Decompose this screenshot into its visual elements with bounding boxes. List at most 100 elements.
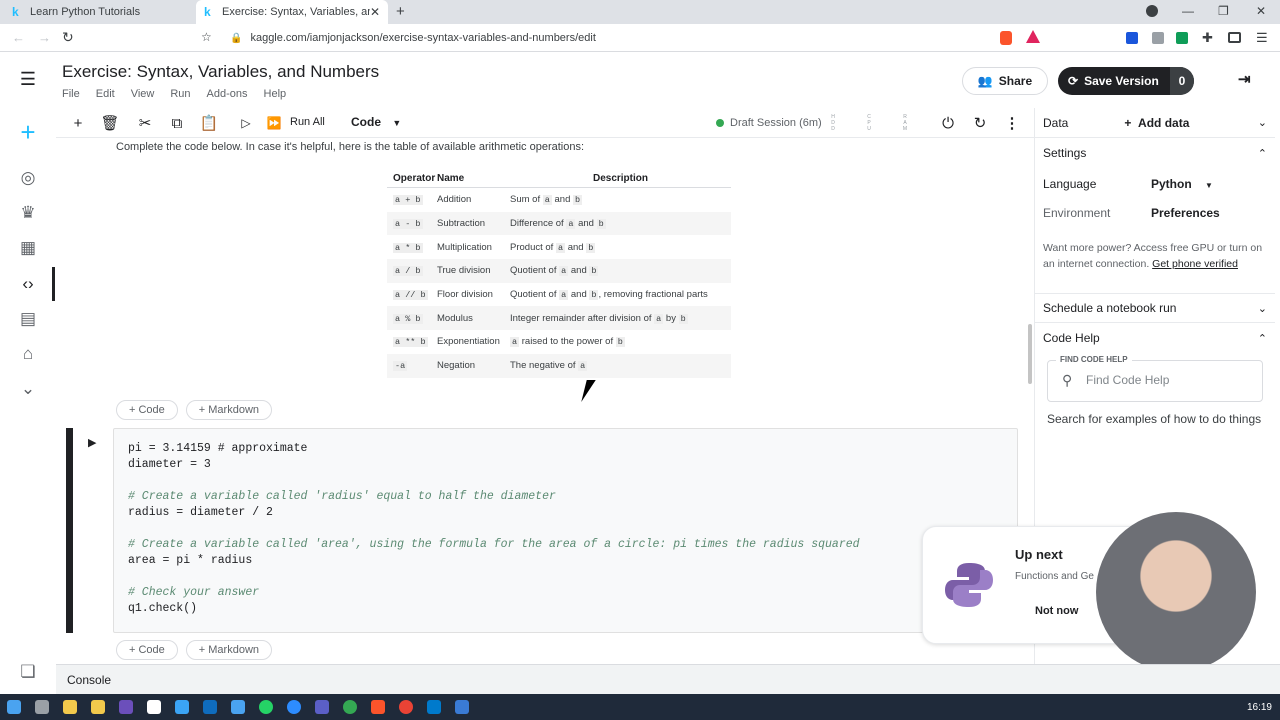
console-bar[interactable]: Console	[56, 664, 1280, 694]
os-taskbar: 16:19	[0, 694, 1280, 720]
scrollbar-thumb[interactable]	[1028, 324, 1032, 384]
extension-icon[interactable]	[1126, 32, 1138, 44]
sticky-notes-icon[interactable]	[91, 700, 105, 714]
copy-icon[interactable]: ⧉	[165, 112, 189, 134]
compass-icon[interactable]: ◎	[14, 164, 42, 192]
menu-view[interactable]: View	[131, 88, 155, 100]
layers-icon[interactable]: ❏	[14, 658, 42, 686]
minimize-button[interactable]: —	[1182, 4, 1194, 18]
brave-browser-icon[interactable]	[371, 700, 385, 714]
maximize-button[interactable]: ❐	[1218, 4, 1229, 18]
menu-addons[interactable]: Add-ons	[207, 88, 248, 100]
menu-file[interactable]: File	[62, 88, 80, 100]
outlook-icon[interactable]	[203, 700, 217, 714]
share-button[interactable]: 👥 Share	[962, 67, 1048, 95]
reload-icon[interactable]: ↻	[62, 29, 74, 46]
extension-icon[interactable]	[1176, 32, 1188, 44]
hamburger-menu-icon[interactable]: ☰	[14, 65, 42, 93]
paste-icon[interactable]: 📋	[197, 112, 221, 134]
brave-shield-icon[interactable]	[1000, 31, 1012, 45]
code-cell[interactable]: ▶ pi = 3.14159 # approximate diameter = 3…	[66, 428, 1018, 633]
url-text: kaggle.com/iamjonjackson/exercise-syntax…	[250, 32, 596, 44]
trophy-icon[interactable]: ♛	[14, 199, 42, 227]
code-help-section-header[interactable]: Code Help ⌃	[1035, 323, 1275, 353]
table-row: a // b Floor division Quotient of a and b,…	[387, 283, 731, 307]
data-section-header[interactable]: Data + Add data ⌄	[1035, 108, 1275, 138]
browser-tab-learn-python[interactable]: k Learn Python Tutorials	[4, 0, 194, 24]
menu-help[interactable]: Help	[264, 88, 287, 100]
url-field[interactable]: 🔒 kaggle.com/iamjonjackson/exercise-synt…	[222, 28, 988, 48]
puzzle-extensions-icon[interactable]: ✚	[1202, 30, 1213, 46]
add-code-button[interactable]: + Code	[116, 400, 178, 420]
run-cell-icon[interactable]: ▷	[234, 112, 258, 134]
zoom-icon[interactable]	[287, 700, 301, 714]
save-version-button[interactable]: ⟳ Save Version 0	[1058, 67, 1194, 95]
app-icon[interactable]	[343, 700, 357, 714]
collapse-panel-icon[interactable]: ⇥	[1238, 70, 1251, 88]
description-cell: Quotient of a and b	[510, 265, 731, 277]
operator-code: a ** b	[393, 337, 428, 348]
add-markdown-button[interactable]: + Markdown	[185, 400, 273, 420]
chevron-down-icon[interactable]: ⌄	[1258, 116, 1267, 129]
phone-verify-link[interactable]: Get phone verified	[1152, 258, 1238, 270]
add-code-button[interactable]: + Code	[116, 640, 178, 660]
close-window-button[interactable]: ✕	[1256, 4, 1266, 18]
bookmark-icon[interactable]: ☆	[201, 30, 212, 44]
chevron-down-icon[interactable]: ⌄	[14, 375, 42, 403]
code-icon[interactable]: ‹›	[14, 270, 42, 298]
session-status[interactable]: Draft Session (6m)	[716, 117, 822, 129]
delete-icon[interactable]: 🗑	[98, 112, 122, 134]
teams-icon[interactable]	[315, 700, 329, 714]
schedule-section-header[interactable]: Schedule a notebook run ⌄	[1035, 293, 1275, 323]
app-icon[interactable]	[455, 700, 469, 714]
task-view-icon[interactable]	[35, 700, 49, 714]
environment-preferences-link[interactable]: Preferences	[1151, 206, 1220, 220]
add-markdown-button[interactable]: + Markdown	[185, 640, 273, 660]
add-cell-icon[interactable]: +	[66, 112, 90, 134]
menu-edit[interactable]: Edit	[96, 88, 115, 100]
wallet-icon[interactable]	[1228, 32, 1241, 43]
add-data-button[interactable]: + Add data	[1124, 116, 1189, 130]
run-all-button[interactable]: Run All	[290, 116, 325, 128]
forward-icon[interactable]: →	[38, 30, 51, 45]
power-icon[interactable]: ⏻	[936, 112, 960, 134]
app-icon[interactable]	[119, 700, 133, 714]
run-cell-play-icon[interactable]: ▶	[88, 436, 96, 449]
vscode-icon[interactable]	[427, 700, 441, 714]
not-now-button[interactable]: Not now	[1035, 605, 1078, 617]
new-tab-button[interactable]: +	[396, 3, 405, 20]
app-icon[interactable]	[175, 700, 189, 714]
settings-section-header[interactable]: Settings ⌃	[1035, 138, 1275, 168]
notebook-body: Complete the code below. In case it's he…	[56, 138, 1034, 664]
school-icon[interactable]: ⌂	[14, 340, 42, 368]
ram-meter: R A M	[902, 114, 908, 132]
windows-start-icon[interactable]	[7, 700, 21, 714]
close-tab-icon[interactable]: ✕	[370, 5, 380, 19]
app-icon[interactable]	[231, 700, 245, 714]
code-editor[interactable]: pi = 3.14159 # approximate diameter = 3 # …	[113, 428, 1018, 633]
whatsapp-icon[interactable]	[259, 700, 273, 714]
more-options-icon[interactable]: ⋮	[1000, 112, 1024, 134]
browser-tab-exercise[interactable]: k Exercise: Syntax, Variables, and N ✕	[196, 0, 388, 24]
create-plus-icon[interactable]: +	[14, 117, 42, 147]
table-icon[interactable]: ▦	[14, 234, 42, 262]
notebook-title[interactable]: Exercise: Syntax, Variables, and Numbers	[62, 62, 379, 82]
discussion-icon[interactable]: ▤	[14, 305, 42, 333]
tab-search-icon[interactable]	[1146, 5, 1158, 17]
cut-icon[interactable]: ✂	[133, 112, 157, 134]
run-all-icon[interactable]: ⏩	[262, 112, 286, 134]
find-code-help-input[interactable]: FIND CODE HELP ⚲ Find Code Help	[1047, 355, 1263, 402]
camera-extension-icon[interactable]	[1152, 32, 1164, 44]
language-select[interactable]: Python ▼	[1151, 177, 1213, 191]
file-explorer-icon[interactable]	[63, 700, 77, 714]
cell-type-select[interactable]: Code ▼	[351, 115, 401, 129]
column-header: Name	[437, 173, 465, 184]
chrome-icon[interactable]	[399, 700, 413, 714]
menu-run[interactable]: Run	[170, 88, 190, 100]
code-line: area = pi * radius	[128, 554, 253, 567]
restart-icon[interactable]: ↻	[968, 112, 992, 134]
brave-rewards-icon[interactable]	[1026, 30, 1040, 43]
browser-menu-icon[interactable]: ☰	[1256, 30, 1268, 46]
back-icon[interactable]: ←	[12, 30, 25, 45]
app-icon[interactable]	[147, 700, 161, 714]
